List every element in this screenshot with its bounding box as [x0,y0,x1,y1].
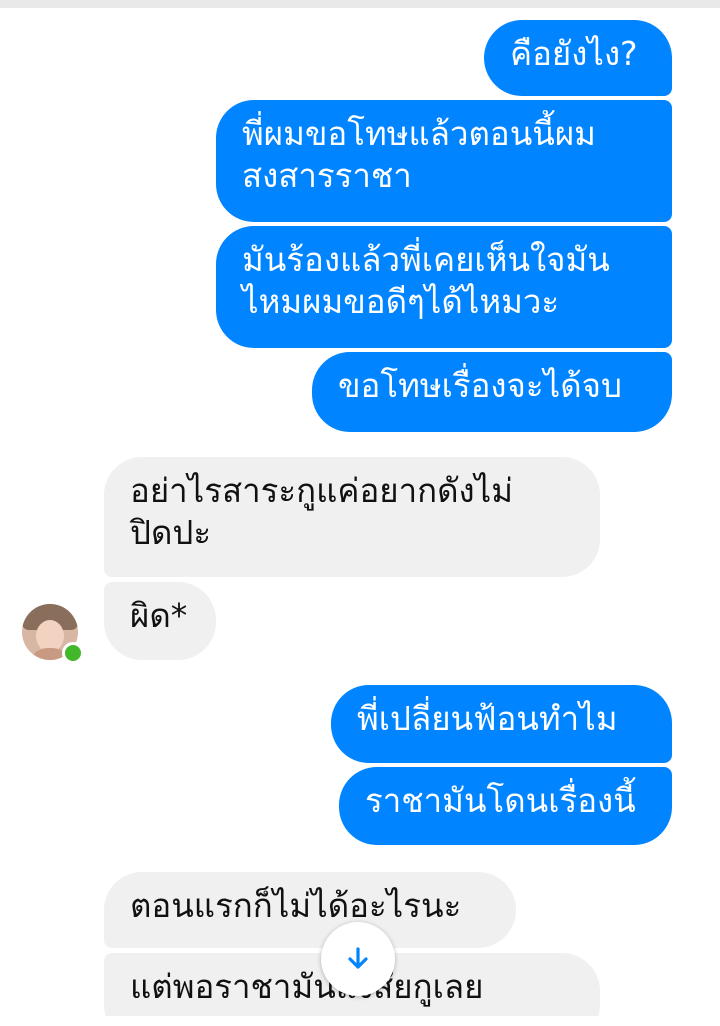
chat-screen: คือยังไง? พี่ผมขอโทษแล้วตอนนี้ผม สงสารรา… [0,0,720,1026]
message-bubble-outgoing[interactable]: พี่เปลี่ยนฟ้อนทำไม [331,685,672,763]
message-bubble-outgoing[interactable]: คือยังไง? [484,20,672,96]
scroll-to-bottom-button[interactable] [321,922,395,996]
message-bubble-outgoing[interactable]: ราชามันโดนเรื่องนี้ [339,767,672,845]
online-dot-icon [62,642,84,664]
message-bubble-outgoing[interactable]: มันร้องแล้วพี่เคยเห็นใจมัน ไหมผมขอดีๆได้… [216,226,672,348]
message-bubble-outgoing[interactable]: ขอโทษเรื่องจะได้จบ [312,352,672,432]
message-bubble-outgoing[interactable]: พี่ผมขอโทษแล้วตอนนี้ผม สงสารราชา [216,100,672,222]
arrow-down-icon [348,947,368,969]
bottom-edge [0,1016,720,1026]
top-divider [0,0,720,8]
message-bubble-incoming[interactable]: ผิด* [104,582,216,660]
message-bubble-incoming[interactable]: ตอนแรกก็ไม่ได้อะไรนะ [104,872,516,948]
message-bubble-incoming[interactable]: อย่าไรสาระกูแค่อยากดังไม่ ปิดปะ [104,457,600,577]
